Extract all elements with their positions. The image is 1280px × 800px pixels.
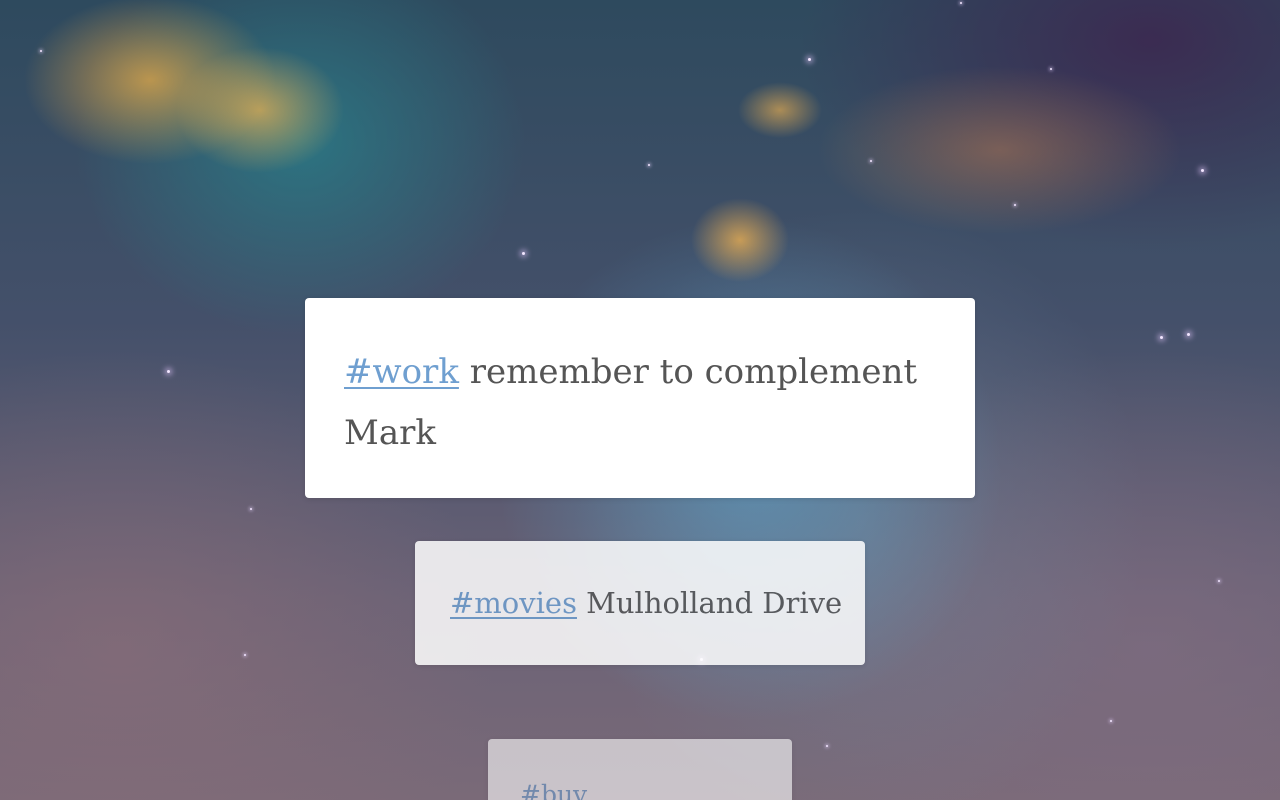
note-tag-link[interactable]: #work	[344, 352, 459, 392]
note-text: Mulholland Drive	[576, 586, 843, 620]
note-tag-link[interactable]: #buy	[520, 780, 587, 800]
note-tag-link[interactable]: #movies	[450, 586, 577, 620]
note-card[interactable]: #work remember to complement Mark	[305, 298, 975, 498]
note-card[interactable]: #movies Mulholland Drive	[415, 541, 865, 665]
note-card[interactable]: #buy	[488, 739, 792, 800]
